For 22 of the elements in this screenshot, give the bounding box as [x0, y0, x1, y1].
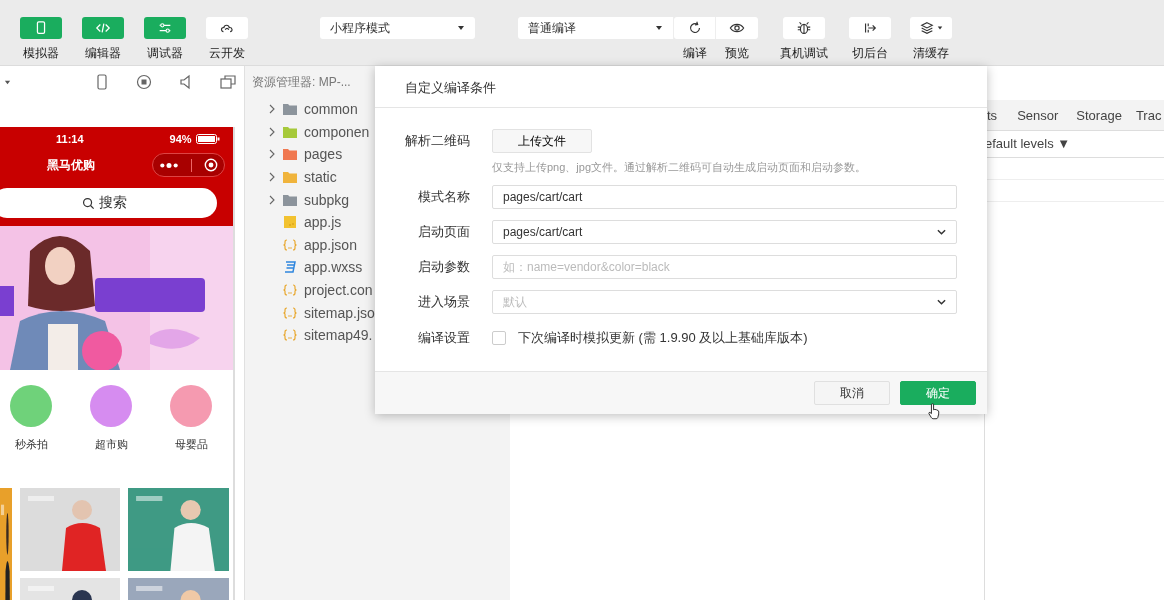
toolbar-label: 模拟器 [23, 45, 59, 62]
field-label: 解析二维码 [404, 132, 470, 150]
toolbar-label: 预览 [725, 45, 749, 62]
toolbar-label: 切后台 [852, 45, 888, 62]
field-label: 模式名称 [417, 188, 470, 206]
field-label: 启动页面 [417, 223, 470, 241]
hint-text: 仅支持上传png、jpg文件。通过解析二维码可自动生成启动页面和启动参数。 [492, 160, 868, 174]
checkbox-label: 下次编译时模拟更新 (需 1.9.90 及以上基础库版本) [518, 329, 808, 347]
dialog-title: 自定义编译条件 [375, 66, 987, 108]
field-label: 进入场景 [417, 293, 470, 311]
battery-level: 94% [169, 132, 192, 145]
toolbar-label: 调试器 [147, 45, 183, 62]
status-time: 11:14 [56, 132, 84, 145]
toolbar-label: 清缓存 [913, 45, 949, 62]
toolbar-label: 真机调试 [780, 45, 828, 62]
field-label: 启动参数 [417, 258, 470, 276]
toolbar-label: 编辑器 [85, 45, 121, 62]
toolbar-label: 云开发 [209, 45, 245, 62]
explorer-title: 资源管理器: MP-... [252, 75, 351, 89]
toolbar-label: 编译 [683, 45, 707, 62]
field-label: 编译设置 [417, 329, 470, 347]
page-title: 黑马优购 [47, 156, 95, 174]
